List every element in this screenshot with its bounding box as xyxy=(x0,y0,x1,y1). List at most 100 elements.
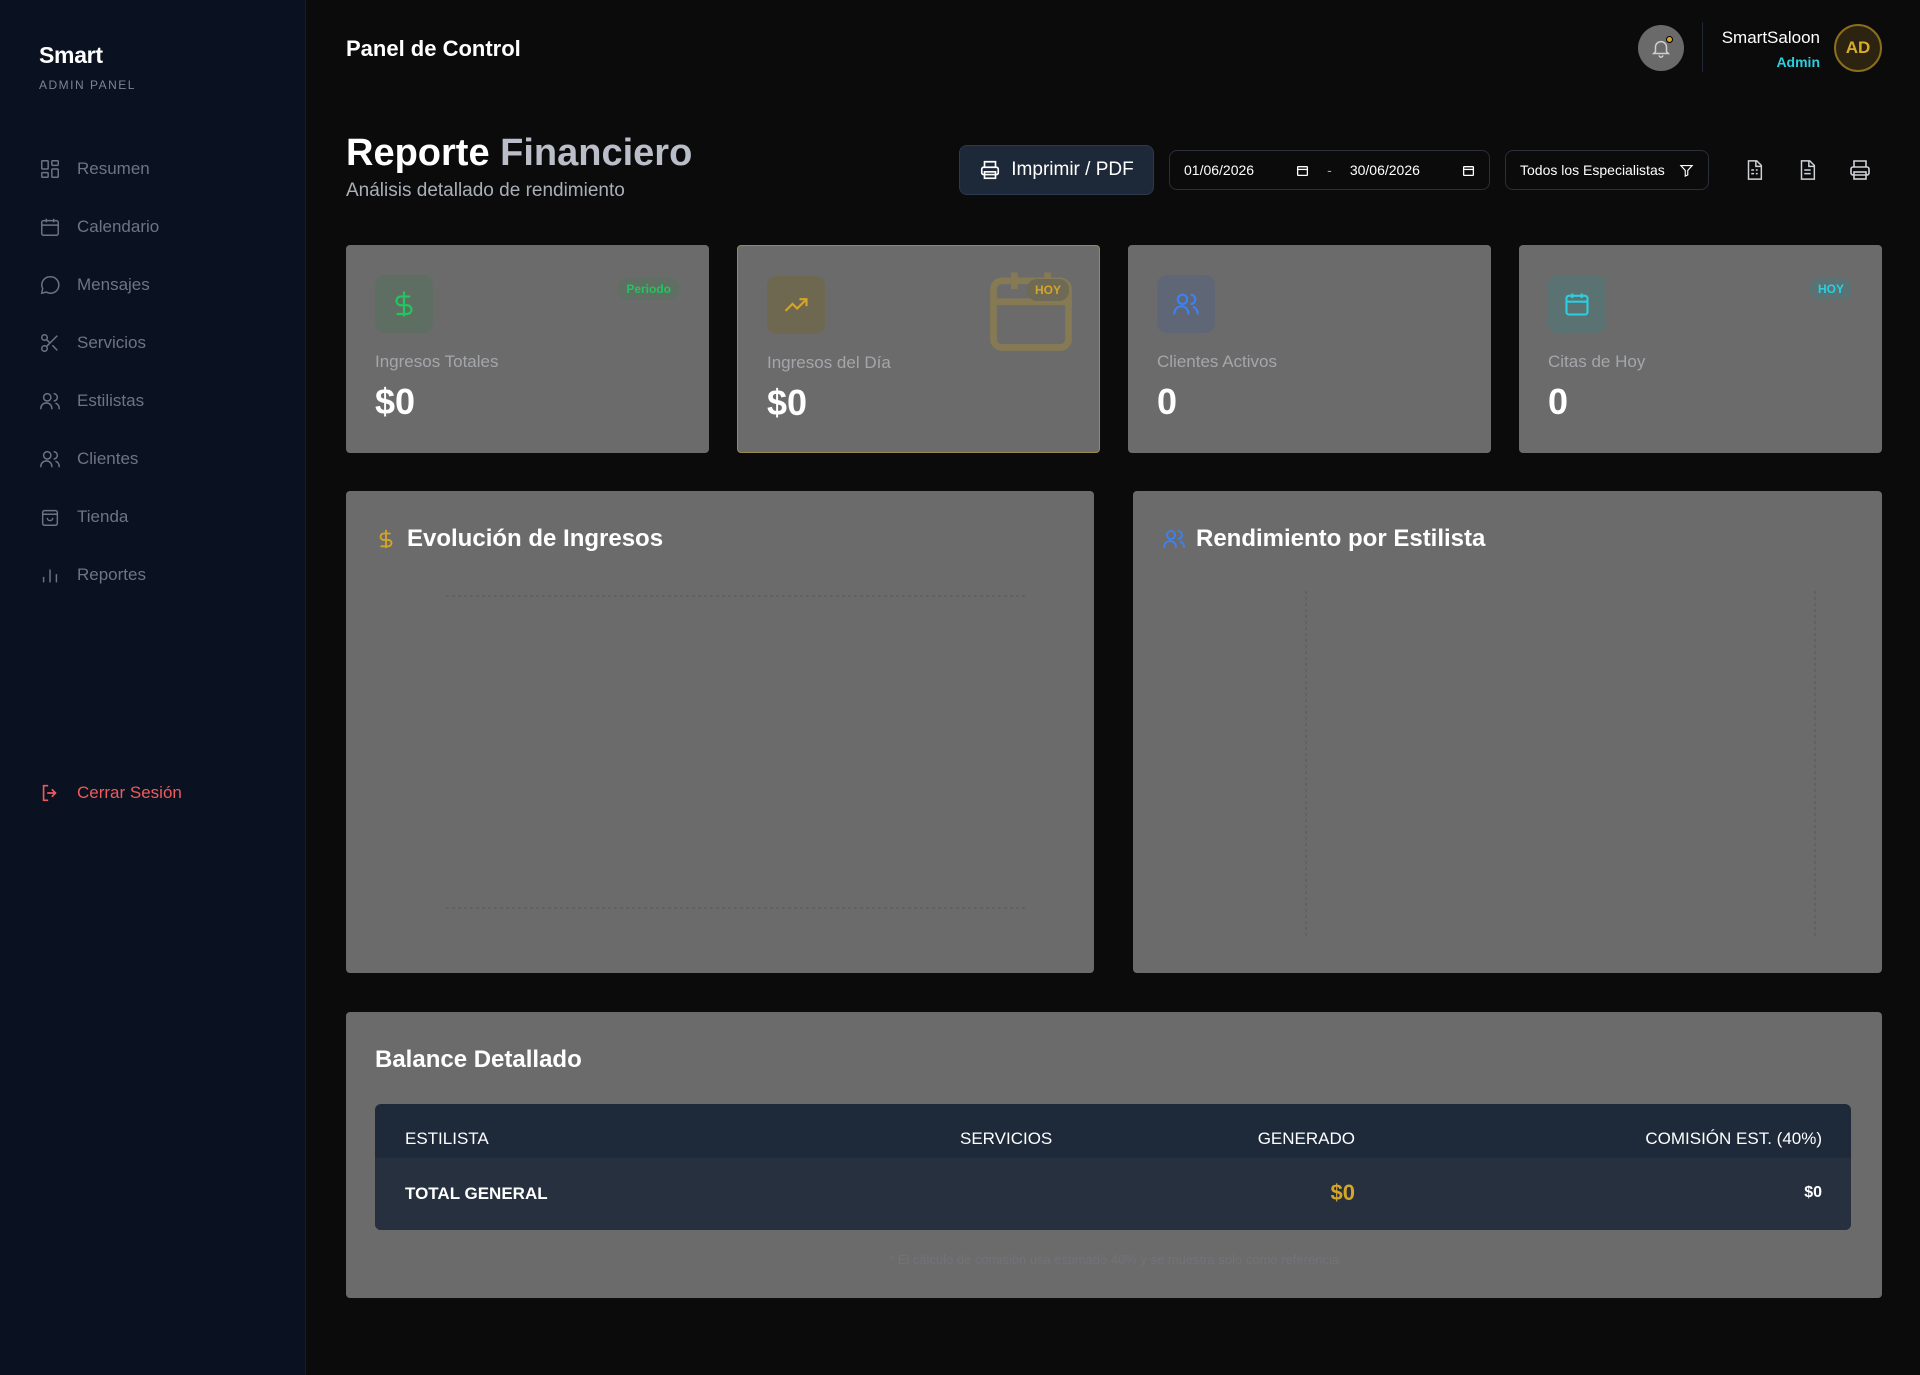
topbar-divider xyxy=(1702,22,1703,72)
page-title-main: Reporte xyxy=(346,132,490,174)
stylist-chart-area xyxy=(1305,591,1816,936)
topbar-title: Panel de Control xyxy=(346,36,521,61)
user-info[interactable]: SmartSaloon Admin xyxy=(1722,28,1820,70)
print-button[interactable] xyxy=(1847,157,1873,183)
stat-card-active-clients: Clientes Activos 0 xyxy=(1128,245,1491,453)
notifications-button[interactable] xyxy=(1638,25,1684,71)
bar-chart-icon xyxy=(39,564,61,586)
date-to-value: 30/06/2026 xyxy=(1349,162,1420,178)
message-icon xyxy=(39,274,61,296)
sidebar-nav: Resumen Calendario Mensajes Servicios Es… xyxy=(39,140,279,604)
status-badge: HOY xyxy=(1809,278,1852,300)
sidebar-item-label: Servicios xyxy=(77,333,146,352)
column-header: GENERADO xyxy=(1257,1129,1355,1148)
user-name: SmartSaloon xyxy=(1721,28,1820,47)
calendar-icon[interactable] xyxy=(1462,164,1475,177)
export-document-button[interactable] xyxy=(1794,157,1820,183)
avatar[interactable]: AD xyxy=(1834,24,1882,72)
page-subtitle: Análisis detallado de rendimiento xyxy=(346,180,625,201)
scissors-icon xyxy=(39,332,61,354)
brand-name: Smart xyxy=(39,42,103,68)
status-badge: HOY xyxy=(1026,279,1069,301)
filter-icon xyxy=(1679,164,1694,177)
sidebar-item-label: Clientes xyxy=(77,449,139,468)
users-icon xyxy=(1157,275,1215,333)
trending-up-icon xyxy=(767,276,825,334)
users-icon xyxy=(39,390,61,412)
logout-icon xyxy=(39,782,61,804)
sidebar-item-calendario[interactable]: Calendario xyxy=(39,198,279,256)
total-label: TOTAL GENERAL xyxy=(405,1184,548,1203)
calendar-watermark-icon xyxy=(990,272,1072,351)
specialist-filter-value: Todos los Especialistas xyxy=(1520,162,1665,178)
stat-label: Ingresos del Día xyxy=(767,353,891,372)
date-from-input[interactable]: 01/06/2026 xyxy=(1184,162,1309,178)
users-icon xyxy=(39,448,61,470)
printer-icon xyxy=(981,160,1000,180)
total-commission: $0 xyxy=(1804,1184,1822,1201)
sidebar-item-clientes[interactable]: Clientes xyxy=(39,430,279,488)
grid-icon xyxy=(39,158,61,180)
dollar-icon xyxy=(375,275,433,333)
stat-value: $0 xyxy=(767,382,808,423)
stat-label: Ingresos Totales xyxy=(375,352,499,371)
brand-subtitle: ADMIN PANEL xyxy=(39,78,136,92)
stat-card-appointments-today: HOY Citas de Hoy 0 xyxy=(1519,245,1882,453)
stat-card-daily-income: HOY Ingresos del Día $0 xyxy=(737,245,1100,453)
sidebar-item-label: Resumen xyxy=(77,159,150,178)
total-generated: $0 xyxy=(1330,1180,1355,1205)
date-from-value: 01/06/2026 xyxy=(1184,162,1255,178)
export-spreadsheet-button[interactable] xyxy=(1741,157,1767,183)
sidebar-item-label: Calendario xyxy=(77,217,160,236)
logout-label: Cerrar Sesión xyxy=(77,783,182,802)
document-icon xyxy=(1800,160,1816,180)
sidebar-item-reportes[interactable]: Reportes xyxy=(39,546,279,604)
user-role: Admin xyxy=(1776,54,1820,70)
date-separator: - xyxy=(1327,162,1332,178)
table-row-total: TOTAL GENERAL $0 $0 xyxy=(375,1158,1851,1230)
balance-title: Balance Detallado xyxy=(375,1046,582,1073)
status-badge: Periodo xyxy=(618,278,679,300)
stat-label: Clientes Activos xyxy=(1157,352,1277,371)
page-title-accent: Financiero xyxy=(500,132,693,174)
column-header: COMISIÓN EST. (40%) xyxy=(1645,1129,1822,1148)
stat-value: $0 xyxy=(375,381,416,422)
sidebar-item-label: Reportes xyxy=(77,565,146,584)
sidebar-item-label: Estilistas xyxy=(77,391,145,410)
sidebar-item-mensajes[interactable]: Mensajes xyxy=(39,256,279,314)
printer-icon xyxy=(1850,160,1870,180)
sidebar-item-label: Mensajes xyxy=(77,275,150,294)
income-evolution-panel: Evolución de Ingresos xyxy=(346,491,1094,973)
balance-table: ESTILISTA SERVICIOS GENERADO COMISIÓN ES… xyxy=(375,1104,1851,1230)
calendar-icon xyxy=(39,216,61,238)
calendar-icon[interactable] xyxy=(1296,164,1309,177)
print-pdf-button[interactable]: Imprimir / PDF xyxy=(959,145,1154,195)
sidebar-item-servicios[interactable]: Servicios xyxy=(39,314,279,372)
stat-value: 0 xyxy=(1157,381,1178,422)
brand: Smart ADMIN PANEL xyxy=(39,42,136,92)
stat-label: Citas de Hoy xyxy=(1548,352,1646,371)
column-header: ESTILISTA xyxy=(405,1129,489,1148)
bag-icon xyxy=(39,506,61,528)
balance-footnote: * El cálculo de comisión usa estimado 40… xyxy=(888,1252,1340,1267)
balance-panel: Balance Detallado ESTILISTA SERVICIOS GE… xyxy=(346,1012,1882,1298)
sidebar-item-resumen[interactable]: Resumen xyxy=(39,140,279,198)
sidebar-item-label: Tienda xyxy=(77,507,129,526)
column-header: SERVICIOS xyxy=(960,1129,1053,1148)
page-title: Reporte Financiero xyxy=(346,132,692,175)
calendar-icon xyxy=(1548,275,1606,333)
spreadsheet-icon xyxy=(1747,160,1763,180)
date-range-picker: 01/06/2026 - 30/06/2026 xyxy=(1169,150,1490,190)
sidebar-item-tienda[interactable]: Tienda xyxy=(39,488,279,546)
stat-value: 0 xyxy=(1548,381,1569,422)
notification-dot xyxy=(1666,36,1673,43)
specialist-filter-select[interactable]: Todos los Especialistas xyxy=(1505,150,1709,190)
sidebar: Smart ADMIN PANEL Resumen Calendario Men… xyxy=(0,0,306,1375)
income-chart-area xyxy=(446,595,1026,909)
date-to-input[interactable]: 30/06/2026 xyxy=(1350,162,1475,178)
print-pdf-label: Imprimir / PDF xyxy=(1011,159,1134,180)
sidebar-item-estilistas[interactable]: Estilistas xyxy=(39,372,279,430)
logout-button[interactable]: Cerrar Sesión xyxy=(39,778,182,808)
stat-card-total-income: Periodo Ingresos Totales $0 xyxy=(346,245,709,453)
stylist-performance-panel: Rendimiento por Estilista xyxy=(1133,491,1882,973)
